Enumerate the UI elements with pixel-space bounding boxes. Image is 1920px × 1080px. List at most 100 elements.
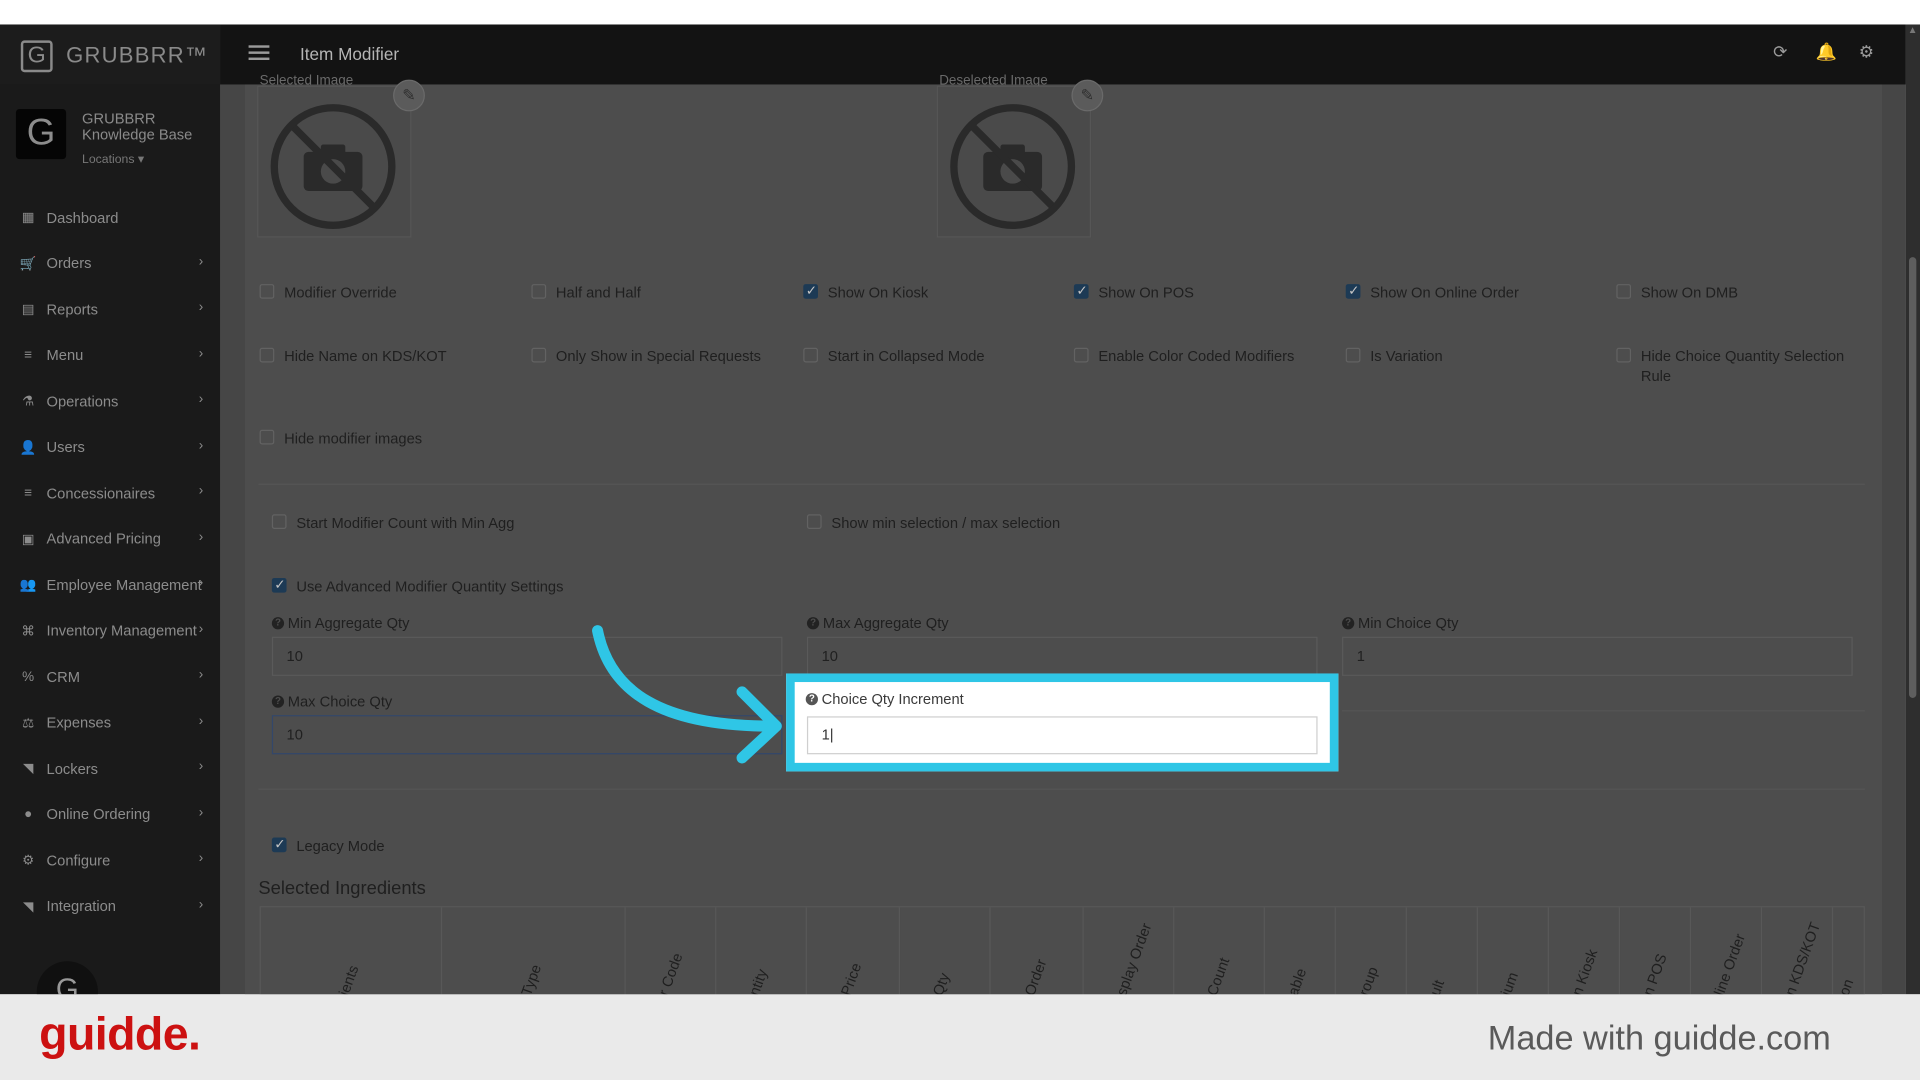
selected-image-box[interactable] — [257, 85, 412, 238]
checkbox-half-and-half[interactable]: Half and Half — [531, 283, 641, 303]
sidebar-item-inventory-management[interactable]: ⌘ Inventory Management › — [0, 608, 220, 654]
checkbox-show-on-dmb[interactable]: Show On DMB — [1616, 283, 1738, 303]
sidebar-item-advanced-pricing[interactable]: ▣ Advanced Pricing › — [0, 516, 220, 562]
chevron-right-icon: › — [198, 667, 204, 683]
checkbox-enable-color-coded-modifiers[interactable]: Enable Color Coded Modifiers — [1073, 347, 1294, 367]
table-header-cell[interactable]: n Kiosk — [1549, 907, 1621, 1003]
table-header-cell[interactable]: line Order — [1691, 907, 1763, 1003]
help-icon[interactable]: ? — [806, 617, 820, 630]
bell-icon[interactable]: 🔔 — [1816, 42, 1837, 63]
table-header-cell[interactable]: Count — [1174, 907, 1265, 1003]
gear-icon[interactable]: ⚙ — [1859, 42, 1874, 63]
checkbox-use-advanced-quantity[interactable]: Use Advanced Modifier Quantity Settings — [271, 576, 563, 597]
nav-icon: 🛒 — [19, 256, 37, 272]
checkbox-modifier-override[interactable]: Modifier Override — [259, 283, 397, 303]
min-choice-qty-input[interactable]: 1 — [1342, 636, 1853, 676]
column-header-label: n Kiosk — [1567, 946, 1601, 998]
table-header-cell[interactable]: n POS — [1620, 907, 1692, 1003]
sidebar-item-users[interactable]: 👤 Users › — [0, 424, 220, 470]
sidebar-item-concessionaires[interactable]: ≡ Concessionaires › — [0, 470, 220, 516]
table-header-cell[interactable]: Order — [991, 907, 1084, 1003]
checkbox-box[interactable] — [271, 835, 287, 855]
table-header-cell[interactable]: ult — [1407, 907, 1478, 1003]
checkbox-hide-name-on-kds-kot[interactable]: Hide Name on KDS/KOT — [259, 347, 447, 367]
sidebar-item-crm[interactable]: % CRM › — [0, 654, 220, 700]
checkbox-hide-modifier-images[interactable]: Hide modifier images — [259, 429, 422, 449]
choice-qty-increment-input[interactable]: 1| — [806, 716, 1318, 755]
table-header-cell[interactable]: ients — [261, 907, 443, 1003]
brand-area[interactable]: G GRUBBRR™ — [0, 24, 221, 85]
max-aggregate-qty-input[interactable]: 10 — [806, 636, 1318, 676]
sidebar-item-operations[interactable]: ⚗ Operations › — [0, 378, 220, 424]
checkbox-box[interactable] — [1073, 347, 1089, 363]
table-header-cell[interactable]: ium — [1478, 907, 1549, 1003]
table-header-cell[interactable]: able — [1265, 907, 1336, 1003]
user-avatar[interactable]: G — [36, 961, 98, 995]
checkbox-box[interactable] — [259, 284, 275, 299]
checkbox-box[interactable] — [803, 282, 818, 301]
table-header-cell[interactable]: roup — [1336, 907, 1407, 1003]
checkbox-only-show-in-special-requests[interactable]: Only Show in Special Requests — [531, 347, 761, 367]
checkbox-show-on-online-order[interactable]: Show On Online Order — [1345, 282, 1519, 303]
refresh-icon[interactable]: ⟳ — [1773, 42, 1787, 63]
checkbox-box[interactable] — [1616, 347, 1632, 363]
checkbox-box[interactable] — [259, 347, 275, 363]
sidebar-item-integration[interactable]: ◥ Integration › — [0, 883, 220, 929]
checkbox-show-on-pos[interactable]: Show On POS — [1073, 282, 1194, 303]
checkbox-box[interactable] — [806, 514, 822, 529]
sidebar-item-online-ordering[interactable]: ● Online Ordering › — [0, 792, 220, 838]
sidebar-item-reports[interactable]: ▤ Reports › — [0, 287, 220, 333]
table-header-cell[interactable]: splay Order — [1084, 907, 1175, 1003]
checkbox-show-on-kiosk[interactable]: Show On Kiosk — [803, 282, 928, 303]
sidebar-item-expenses[interactable]: ⚖ Expenses › — [0, 700, 220, 746]
checkbox-box[interactable] — [1345, 282, 1361, 301]
sidebar-item-configure[interactable]: ⚙ Configure › — [0, 838, 220, 884]
sidebar-item-orders[interactable]: 🛒 Orders › — [0, 241, 220, 287]
sidebar-item-lockers[interactable]: ◥ Lockers › — [0, 746, 220, 792]
scroll-thumb[interactable] — [1908, 257, 1917, 698]
checkbox-box[interactable] — [1616, 284, 1632, 299]
table-header-cell[interactable]: n KDS/KOT — [1762, 907, 1834, 1003]
chevron-right-icon: › — [198, 345, 204, 361]
checkbox-box[interactable] — [271, 514, 287, 529]
checkbox-box[interactable] — [531, 347, 547, 363]
table-header-cell[interactable]: Price — [807, 907, 901, 1003]
checkbox-box[interactable] — [1073, 282, 1089, 301]
checkbox-box[interactable] — [803, 347, 818, 363]
checkbox-box[interactable] — [1345, 347, 1361, 363]
nav-icon: ⚙ — [22, 853, 35, 869]
table-header-cell[interactable]: Qty — [900, 907, 991, 1003]
chevron-right-icon: › — [198, 805, 204, 820]
sidebar-item-menu[interactable]: ≡ Menu › — [0, 332, 220, 378]
checkbox-box[interactable] — [259, 429, 275, 445]
checkbox-label: Show On DMB — [1640, 284, 1739, 302]
checkbox-start-modifier-count[interactable]: Start Modifier Count with Min Agg — [271, 513, 514, 533]
checkbox-is-variation[interactable]: Is Variation — [1345, 347, 1443, 367]
nav-icon: 👥 — [19, 578, 37, 593]
checkbox-box[interactable] — [271, 576, 287, 595]
edit-deselected-image-button[interactable]: ✎ — [1071, 79, 1104, 112]
table-header-cell[interactable]: r Code — [626, 907, 717, 1003]
help-icon[interactable]: ? — [271, 617, 285, 630]
locations-dropdown[interactable]: Locations ▾ — [82, 153, 144, 166]
hamburger-menu-icon[interactable] — [248, 45, 270, 61]
table-header-cell[interactable]: ntity — [716, 907, 807, 1003]
sidebar-item-employee-management[interactable]: 👥 Employee Management › — [0, 562, 220, 608]
scrollbar[interactable]: ▲ — [1905, 24, 1920, 995]
checkbox-box[interactable] — [531, 284, 547, 299]
sidebar-item-label: CRM — [46, 668, 80, 686]
checkbox-hide-choice-quantity-selection-rule[interactable]: Hide Choice Quantity Selection Rule — [1616, 347, 1849, 386]
help-icon[interactable]: ? — [271, 695, 285, 708]
deselected-image-box[interactable] — [936, 85, 1092, 238]
checkbox-legacy-mode[interactable]: Legacy Mode — [271, 835, 385, 856]
checkbox-label: Show On POS — [1098, 284, 1194, 302]
no-photo-icon — [270, 104, 396, 229]
edit-selected-image-button[interactable]: ✎ — [393, 79, 425, 112]
table-header-cell[interactable]: on — [1833, 907, 1864, 1003]
checkbox-start-in-collapsed-mode[interactable]: Start in Collapsed Mode — [803, 347, 985, 367]
scroll-up-icon[interactable]: ▲ — [1908, 24, 1918, 35]
table-header-cell[interactable]: Type — [442, 907, 626, 1003]
checkbox-show-min-max[interactable]: Show min selection / max selection — [806, 513, 1060, 533]
sidebar-item-dashboard[interactable]: ▦ Dashboard — [0, 195, 220, 241]
help-icon[interactable]: ? — [1342, 617, 1355, 630]
